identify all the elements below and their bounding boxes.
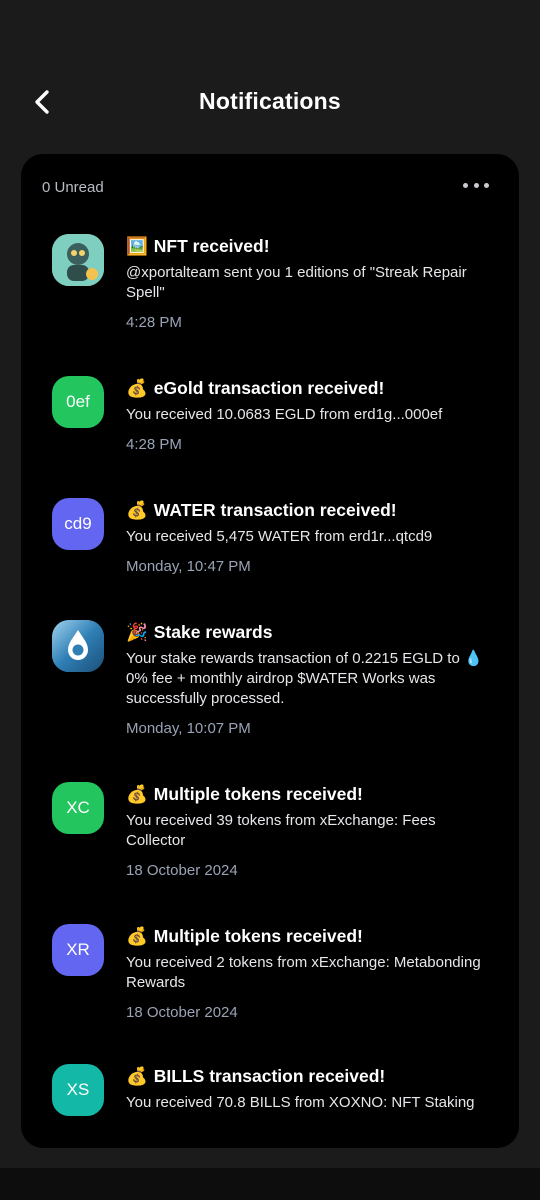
more-options-button[interactable] (463, 176, 489, 194)
more-dot (473, 182, 479, 188)
token-avatar: 0ef (52, 376, 104, 428)
token-avatar: XS (52, 1064, 104, 1116)
notification-time: 18 October 2024 (126, 862, 238, 879)
notification-body: @xportalteam sent you 1 editions of "Str… (126, 264, 467, 301)
item-emoji: 💰 (126, 926, 148, 946)
notification-title: Multiple tokens received! (153, 784, 363, 804)
notifications-panel: 🖼️ NFT received! @xportalteam sent you 1 … (21, 154, 519, 1148)
avatar-text: cd9 (64, 514, 92, 533)
avatar-text: XR (66, 940, 90, 959)
avatar-text: XC (66, 798, 90, 817)
system-navigation-bar (0, 1168, 540, 1200)
item-emoji: 🎉 (126, 622, 148, 642)
page-title: Notifications (199, 88, 341, 114)
notification-time: 4:28 PM (126, 314, 182, 331)
notification-body: You received 10.0683 EGLD from erd1g...0… (126, 406, 443, 423)
panel-toolbar: 0 Unread (21, 154, 519, 214)
token-avatar: cd9 (52, 498, 104, 550)
notification-title: WATER transaction received! (153, 500, 397, 520)
token-avatar: XR (52, 924, 104, 976)
notification-title: eGold transaction received! (153, 378, 385, 398)
notification-time: Monday, 10:07 PM (126, 720, 251, 737)
more-dot (484, 182, 489, 188)
notification-body: You received 39 tokens from xExchange: F… (126, 812, 436, 849)
unread-count: 0 Unread (42, 179, 104, 196)
notification-time: 4:28 PM (126, 436, 182, 453)
item-emoji: 💰 (126, 378, 148, 398)
more-dots-icon (463, 182, 468, 188)
notification-list: 🖼️ NFT received! @xportalteam sent you 1 … (21, 154, 519, 1148)
notification-body: You received 5,475 WATER from erd1r...qt… (126, 528, 433, 545)
notification-body: You received 2 tokens from xExchange: Me… (126, 954, 481, 991)
notification-time: 18 October 2024 (126, 1004, 238, 1021)
notification-title: Multiple tokens received! (153, 926, 363, 946)
item-emoji: 💰 (126, 784, 148, 804)
notification-body: You received 70.8 BILLS from XOXNO: NFT … (126, 1094, 475, 1111)
stake-avatar (52, 620, 104, 672)
nft-image-icon (52, 234, 104, 286)
item-emoji: 💰 (126, 500, 148, 520)
water-drop-icon (52, 620, 104, 672)
header: Notifications (0, 70, 540, 134)
notification-title: BILLS transaction received! (153, 1066, 386, 1086)
item-emoji: 🖼️ (126, 236, 148, 256)
notification-title: NFT received! (153, 236, 270, 256)
item-emoji: 💰 (126, 1066, 148, 1086)
notification-title: Stake rewards (153, 622, 273, 642)
notification-body: Your stake rewards transaction of 0.2215… (126, 650, 483, 707)
avatar-text: XS (66, 1080, 90, 1099)
token-avatar: XC (52, 782, 104, 834)
avatar-text: 0ef (66, 392, 90, 411)
notification-time: Monday, 10:47 PM (126, 558, 251, 575)
nft-avatar (52, 234, 104, 286)
